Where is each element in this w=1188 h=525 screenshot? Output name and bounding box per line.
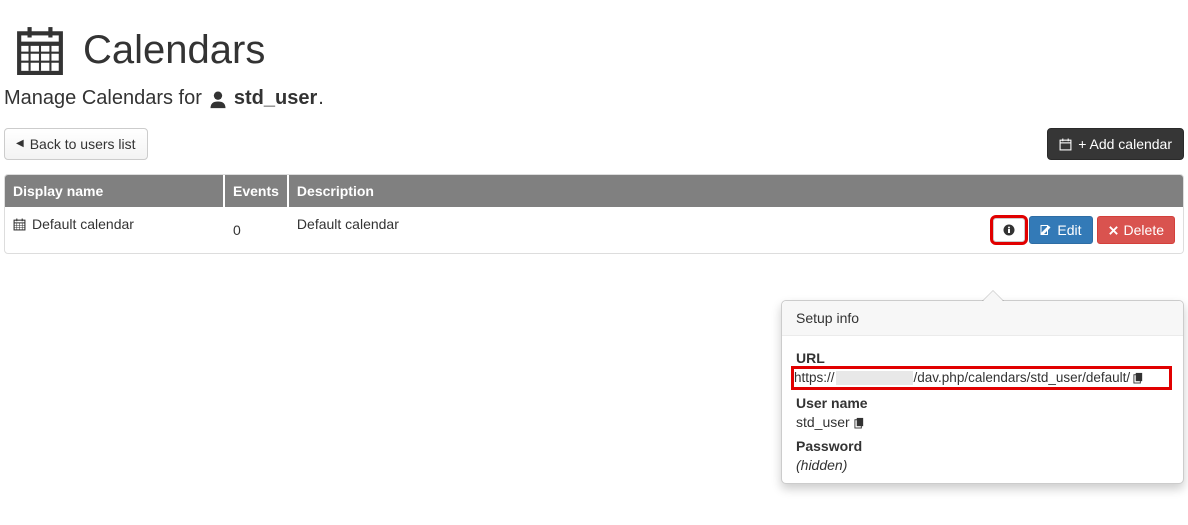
col-events: Events [225,175,289,207]
url-value: https:///dav.php/calendars/std_user/defa… [794,369,1169,387]
user-icon [208,88,228,110]
password-label: Password [796,438,1169,454]
username-value: std_user [796,414,850,430]
url-label: URL [796,350,1169,366]
close-icon [1108,225,1119,236]
col-description: Description [289,175,1183,207]
calendar-icon [13,218,26,231]
info-icon [1003,224,1015,236]
setup-info-popover: Setup info URL https:///dav.php/calendar… [781,300,1184,484]
col-display-name: Display name [5,175,225,207]
password-value: (hidden) [796,457,847,473]
events-value: 0 [225,207,289,253]
page-subtitle: Manage Calendars for std_user. [0,85,1188,128]
calendar-icon [1059,138,1072,151]
copy-icon[interactable] [1133,371,1144,384]
redacted-host [836,371,913,385]
description-value: Default calendar [297,216,399,232]
calendar-icon [15,25,65,75]
info-button[interactable] [993,218,1025,242]
copy-icon[interactable] [854,416,865,429]
edit-button[interactable]: Edit [1029,216,1092,244]
delete-button[interactable]: Delete [1097,216,1175,244]
table-row: Default calendar 0 Default calendar [5,207,1183,253]
add-calendar-button[interactable]: + Add calendar [1047,128,1184,160]
page-title: Calendars [83,28,265,73]
display-name-value: Default calendar [32,216,134,232]
edit-icon [1040,224,1052,236]
username-label: User name [796,395,1169,411]
back-to-users-button[interactable]: ◀ Back to users list [4,128,148,160]
chevron-left-icon: ◀ [16,137,24,152]
popover-title: Setup info [782,301,1183,336]
calendars-table: Display name Events Description Default [4,174,1184,254]
